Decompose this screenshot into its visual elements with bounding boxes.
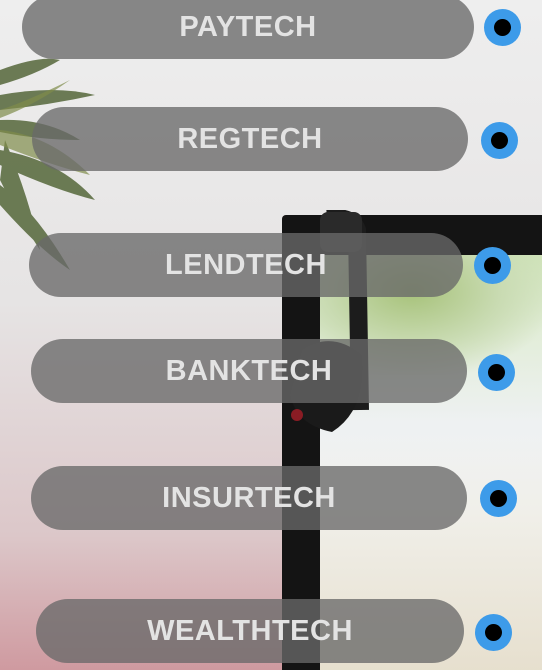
radio-banktech[interactable] bbox=[478, 354, 515, 391]
radio-selected-dot bbox=[484, 257, 501, 274]
radio-paytech[interactable] bbox=[484, 9, 521, 46]
fintech-category-menu: PAYTECH REGTECH LENDTECH BANKTECH INSURT… bbox=[0, 0, 542, 670]
menu-item-wealthtech[interactable]: WEALTHTECH bbox=[36, 599, 464, 663]
menu-item-label: INSURTECH bbox=[162, 481, 336, 514]
menu-item-label: LENDTECH bbox=[165, 248, 327, 281]
menu-item-insurtech[interactable]: INSURTECH bbox=[31, 466, 467, 530]
menu-item-regtech[interactable]: REGTECH bbox=[32, 107, 468, 171]
menu-item-paytech[interactable]: PAYTECH bbox=[22, 0, 474, 59]
radio-selected-dot bbox=[494, 19, 511, 36]
menu-item-banktech[interactable]: BANKTECH bbox=[31, 339, 467, 403]
menu-item-label: PAYTECH bbox=[179, 10, 317, 43]
menu-item-label: REGTECH bbox=[177, 122, 323, 155]
radio-regtech[interactable] bbox=[481, 122, 518, 159]
radio-selected-dot bbox=[485, 624, 502, 641]
radio-selected-dot bbox=[488, 364, 505, 381]
radio-wealthtech[interactable] bbox=[475, 614, 512, 651]
menu-item-label: WEALTHTECH bbox=[147, 614, 353, 647]
radio-selected-dot bbox=[491, 132, 508, 149]
menu-item-label: BANKTECH bbox=[165, 354, 333, 387]
menu-item-lendtech[interactable]: LENDTECH bbox=[29, 233, 463, 297]
radio-lendtech[interactable] bbox=[474, 247, 511, 284]
radio-selected-dot bbox=[490, 490, 507, 507]
radio-insurtech[interactable] bbox=[480, 480, 517, 517]
